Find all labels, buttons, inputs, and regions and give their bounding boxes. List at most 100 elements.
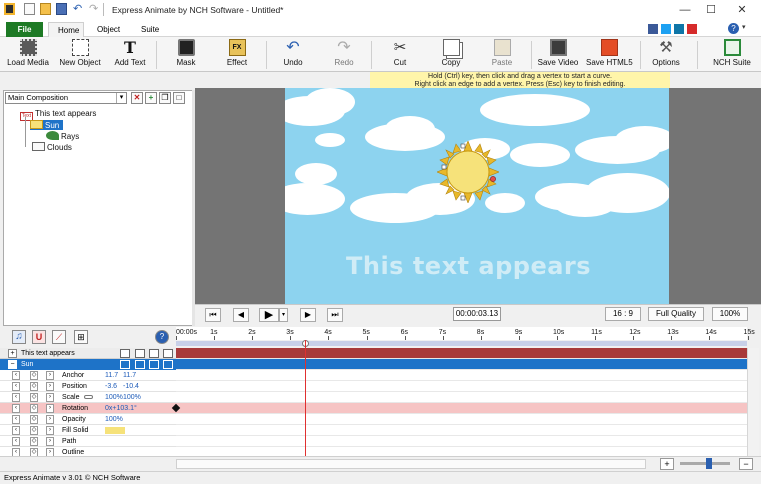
track-row-text[interactable]: + This text appears	[0, 348, 176, 359]
settings-icon[interactable]	[149, 360, 159, 369]
track-row-sun[interactable]: − Sun	[0, 359, 176, 370]
tab-object[interactable]: Object	[88, 22, 129, 37]
add-text-button[interactable]: T Add Text	[111, 39, 149, 71]
prev-keyframe-icon[interactable]: ‹	[12, 393, 20, 402]
fit-timeline-icon[interactable]: ⊞	[74, 330, 88, 344]
zoom-out-button[interactable]: −	[739, 458, 753, 470]
property-lane[interactable]	[176, 403, 747, 414]
canvas-text-layer[interactable]: This text appears	[346, 252, 591, 280]
tree-item-rays[interactable]: Rays	[46, 131, 79, 141]
next-keyframe-icon[interactable]: ›	[46, 393, 54, 402]
undo-small-icon[interactable]: ↶	[73, 2, 82, 15]
aspect-ratio-button[interactable]: 16 : 9	[605, 307, 641, 321]
fill-color-swatch[interactable]	[105, 427, 125, 434]
options-button[interactable]: ⚒ Options	[650, 39, 682, 71]
settings-icon[interactable]	[149, 349, 159, 358]
prev-keyframe-icon[interactable]: ‹	[12, 371, 20, 380]
link-icon[interactable]	[84, 395, 93, 399]
previous-frame-button[interactable]: ◀	[233, 308, 249, 322]
property-value-2[interactable]: 11.7	[123, 370, 136, 381]
quality-button[interactable]: Full Quality	[648, 307, 704, 321]
property-lane[interactable]	[176, 381, 747, 392]
visibility-icon[interactable]	[120, 349, 130, 358]
effect-button[interactable]: FX Effect	[220, 39, 254, 71]
property-value-1[interactable]: 11.7	[105, 370, 118, 381]
undo-button[interactable]: ↶ Undo	[276, 39, 310, 71]
property-value-1[interactable]: 0x+103.1°	[105, 403, 137, 414]
new-file-icon[interactable]	[24, 3, 35, 15]
next-frame-button[interactable]: ▶	[300, 308, 316, 322]
text-track-bar[interactable]	[176, 348, 747, 359]
add-child-icon[interactable]: +	[145, 92, 157, 104]
keyframe-toggle-icon[interactable]: ◇	[30, 393, 38, 402]
keyframe-toggle-icon[interactable]: ◇	[30, 437, 38, 446]
redo-button[interactable]: ↷ Redo	[327, 39, 361, 71]
property-value-1[interactable]: -3.6	[105, 381, 117, 392]
sun-track-bar[interactable]	[176, 359, 747, 370]
next-keyframe-icon[interactable]: ›	[46, 415, 54, 424]
minimize-button[interactable]: —	[676, 2, 694, 18]
twitter-icon[interactable]	[661, 24, 671, 34]
prev-keyframe-icon[interactable]: ‹	[12, 382, 20, 391]
collapse-icon[interactable]: −	[8, 360, 17, 369]
tree-item-clouds[interactable]: Clouds	[32, 142, 72, 152]
track-menu-icon[interactable]	[163, 349, 173, 358]
go-to-start-button[interactable]: ⏮	[205, 308, 221, 322]
timeline-horizontal-scrollbar[interactable]	[176, 459, 646, 469]
nch-suite-button[interactable]: NCH Suite	[712, 39, 752, 71]
save-html5-button[interactable]: Save HTML5	[586, 39, 633, 71]
save-video-button[interactable]: Save Video	[537, 39, 579, 71]
keyframe-toggle-icon[interactable]: ◇	[30, 404, 38, 413]
duplicate-icon[interactable]: ❐	[159, 92, 171, 104]
next-keyframe-icon[interactable]: ›	[46, 382, 54, 391]
keyframe-toggle-icon[interactable]: ◇	[30, 415, 38, 424]
play-dropdown-button[interactable]: ▾	[279, 308, 288, 322]
new-item-icon[interactable]: □	[173, 92, 185, 104]
track-menu-icon[interactable]	[163, 360, 173, 369]
scrub-bar[interactable]	[176, 341, 747, 346]
load-media-button[interactable]: Load Media	[6, 39, 50, 71]
property-lane[interactable]	[176, 392, 747, 403]
lock-icon[interactable]	[135, 349, 145, 358]
next-keyframe-icon[interactable]: ›	[46, 404, 54, 413]
keyframe-curve-icon[interactable]: ⟋	[52, 330, 66, 344]
new-object-button[interactable]: New Object	[57, 39, 103, 71]
youtube-icon[interactable]	[687, 24, 697, 34]
property-row[interactable]: ‹ ◇ › Fill Solid	[0, 425, 176, 436]
next-keyframe-icon[interactable]: ›	[46, 371, 54, 380]
keyframe-toggle-icon[interactable]: ◇	[30, 426, 38, 435]
maximize-button[interactable]: ☐	[702, 2, 720, 18]
property-row[interactable]: ‹ ◇ › Scale 100% 100%	[0, 392, 176, 403]
prev-keyframe-icon[interactable]: ‹	[12, 426, 20, 435]
property-value-2[interactable]: 100%	[123, 392, 141, 403]
help-dropdown-icon[interactable]: ▾	[742, 23, 746, 31]
timeline-vertical-scrollbar[interactable]	[747, 348, 759, 456]
property-lane[interactable]	[176, 425, 747, 436]
prev-keyframe-icon[interactable]: ‹	[12, 404, 20, 413]
zoom-slider[interactable]	[680, 462, 730, 465]
close-button[interactable]: ✕	[733, 2, 751, 18]
prev-keyframe-icon[interactable]: ‹	[12, 437, 20, 446]
prev-keyframe-icon[interactable]: ‹	[12, 415, 20, 424]
zoom-slider-thumb[interactable]	[706, 458, 712, 469]
delete-object-icon[interactable]: ✕	[131, 92, 143, 104]
next-keyframe-icon[interactable]: ›	[46, 437, 54, 446]
property-row[interactable]: ‹ ◇ › Opacity 100%	[0, 414, 176, 425]
time-ruler[interactable]	[176, 327, 747, 340]
help-icon[interactable]: ?	[728, 23, 739, 34]
tab-home[interactable]: Home	[48, 22, 84, 37]
redo-small-icon[interactable]: ↷	[89, 2, 98, 15]
property-row[interactable]: ‹ ◇ › Position -3.6 -10.4	[0, 381, 176, 392]
mask-button[interactable]: Mask	[170, 39, 202, 71]
go-to-end-button[interactable]: ⏭	[327, 308, 343, 322]
tree-item-sun[interactable]: Sun	[30, 120, 64, 130]
property-lane[interactable]	[176, 436, 747, 447]
timeline-help-icon[interactable]: ?	[155, 330, 169, 344]
play-button[interactable]: ▶	[259, 308, 279, 322]
cut-button[interactable]: ✂ Cut	[383, 39, 417, 71]
open-folder-icon[interactable]	[40, 3, 51, 15]
tab-suite[interactable]: Suite	[132, 22, 168, 37]
lock-icon[interactable]	[135, 360, 145, 369]
current-time-field[interactable]: 00:00:03.13	[453, 307, 501, 321]
property-row[interactable]: ‹ ◇ › Rotation 0x+103.1°	[0, 403, 176, 414]
